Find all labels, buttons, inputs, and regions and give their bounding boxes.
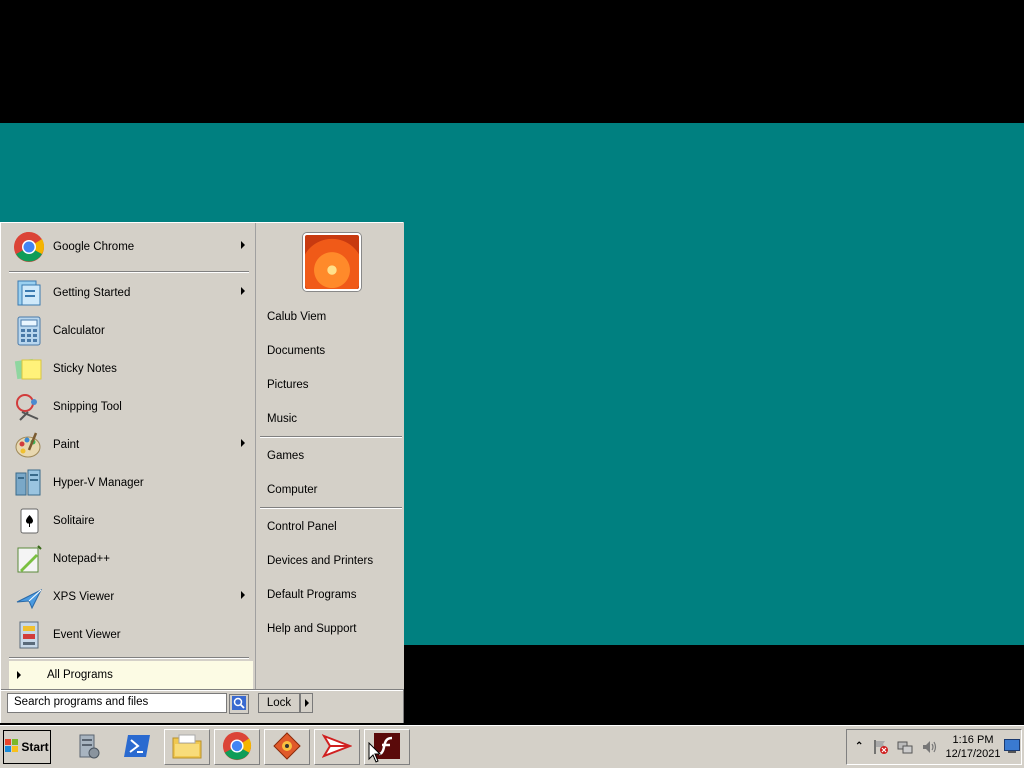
taskbar-sender[interactable] bbox=[314, 729, 360, 765]
start-item-hyperv-manager[interactable]: Hyper-V Manager bbox=[9, 465, 253, 501]
start-item-label: Paint bbox=[53, 439, 80, 451]
start-item-notepadpp[interactable]: Notepad++ bbox=[9, 541, 253, 577]
places-item-music[interactable]: Music bbox=[267, 409, 297, 429]
places-item-pictures[interactable]: Pictures bbox=[267, 375, 309, 395]
start-item-label: Hyper-V Manager bbox=[53, 477, 144, 489]
event-viewer-icon bbox=[13, 619, 45, 651]
start-button[interactable]: Start bbox=[3, 730, 51, 764]
snipping-tool-icon bbox=[13, 391, 45, 423]
start-menu-places-pane: Calub Viem Documents Pictures Music Game… bbox=[255, 223, 404, 689]
user-picture-icon[interactable] bbox=[303, 233, 361, 291]
separator bbox=[9, 271, 249, 273]
places-item-help-and-support[interactable]: Help and Support bbox=[267, 619, 357, 639]
all-programs-button[interactable]: All Programs bbox=[9, 661, 253, 689]
clock-date: 12/17/2021 bbox=[945, 748, 1001, 760]
start-menu-programs-pane: Google Chrome Getting Started Calculator… bbox=[5, 227, 253, 689]
submenu-arrow-icon bbox=[241, 439, 245, 447]
start-item-calculator[interactable]: Calculator bbox=[9, 313, 253, 349]
paint-icon bbox=[13, 429, 45, 461]
search-icon bbox=[232, 695, 246, 713]
separator bbox=[1, 689, 403, 691]
start-menu: Google Chrome Getting Started Calculator… bbox=[0, 222, 404, 723]
calculator-icon bbox=[13, 315, 45, 347]
start-item-label: Event Viewer bbox=[53, 629, 121, 641]
places-item-user[interactable]: Calub Viem bbox=[267, 307, 326, 327]
start-item-sticky-notes[interactable]: Sticky Notes bbox=[9, 351, 253, 387]
solitaire-icon bbox=[13, 505, 45, 537]
start-item-label: Sticky Notes bbox=[53, 363, 117, 375]
server-manager-icon bbox=[72, 731, 102, 764]
start-item-snipping-tool[interactable]: Snipping Tool bbox=[9, 389, 253, 425]
taskbar-chrome[interactable] bbox=[214, 729, 260, 765]
start-item-label: Google Chrome bbox=[53, 241, 135, 253]
taskbar: Start ⌃ 1:16 PM 12/17/2021 bbox=[0, 725, 1024, 768]
app-icon bbox=[272, 731, 302, 764]
places-item-default-programs[interactable]: Default Programs bbox=[267, 585, 356, 605]
start-label: Start bbox=[21, 740, 49, 754]
taskbar-file-explorer[interactable] bbox=[164, 729, 210, 765]
start-item-getting-started[interactable]: Getting Started bbox=[9, 275, 253, 311]
start-item-google-chrome[interactable]: Google Chrome bbox=[9, 229, 253, 265]
search-input[interactable]: Search programs and files bbox=[7, 693, 227, 713]
sticky-notes-icon bbox=[13, 353, 45, 385]
separator bbox=[260, 436, 402, 438]
taskbar-powershell[interactable] bbox=[114, 729, 160, 765]
submenu-arrow-icon bbox=[241, 241, 245, 249]
system-tray: ⌃ 1:16 PM 12/17/2021 bbox=[846, 729, 1022, 765]
submenu-arrow-icon bbox=[241, 287, 245, 295]
all-programs-label: All Programs bbox=[47, 669, 113, 681]
start-item-label: XPS Viewer bbox=[53, 591, 115, 603]
folder-icon bbox=[171, 732, 203, 763]
chrome-icon bbox=[13, 231, 45, 263]
expand-arrow-icon bbox=[17, 671, 21, 679]
xps-viewer-icon bbox=[13, 581, 45, 613]
start-item-label: Calculator bbox=[53, 325, 105, 337]
getting-started-icon bbox=[13, 277, 45, 309]
chrome-icon bbox=[222, 731, 252, 764]
mouse-cursor-icon bbox=[368, 742, 382, 763]
show-hidden-icons-chevron-icon[interactable]: ⌃ bbox=[855, 741, 863, 752]
notepadpp-icon bbox=[13, 543, 45, 575]
lock-button[interactable]: Lock bbox=[258, 693, 300, 713]
submenu-arrow-icon bbox=[241, 591, 245, 599]
start-item-label: Getting Started bbox=[53, 287, 131, 299]
network-icon[interactable] bbox=[897, 739, 913, 758]
taskbar-server-manager[interactable] bbox=[64, 729, 110, 765]
taskbar-app[interactable] bbox=[264, 729, 310, 765]
clock-time: 1:16 PM bbox=[952, 734, 994, 746]
send-arrow-icon bbox=[321, 733, 353, 762]
volume-icon[interactable] bbox=[921, 739, 937, 758]
start-item-label: Snipping Tool bbox=[53, 401, 122, 413]
start-item-event-viewer[interactable]: Event Viewer bbox=[9, 617, 253, 653]
separator bbox=[9, 657, 249, 659]
places-item-control-panel[interactable]: Control Panel bbox=[267, 517, 337, 537]
start-item-xps-viewer[interactable]: XPS Viewer bbox=[9, 579, 253, 615]
clock[interactable]: 1:16 PM 12/17/2021 bbox=[943, 733, 1003, 761]
places-item-documents[interactable]: Documents bbox=[267, 341, 325, 361]
places-item-games[interactable]: Games bbox=[267, 446, 304, 466]
start-item-label: Notepad++ bbox=[53, 553, 110, 565]
places-item-devices-and-printers[interactable]: Devices and Printers bbox=[267, 551, 373, 571]
hyperv-manager-icon bbox=[13, 467, 45, 499]
action-center-flag-icon[interactable] bbox=[873, 739, 889, 758]
search-button[interactable] bbox=[229, 694, 249, 714]
places-item-computer[interactable]: Computer bbox=[267, 480, 318, 500]
windows-logo-icon bbox=[5, 738, 19, 756]
start-item-solitaire[interactable]: Solitaire bbox=[9, 503, 253, 539]
start-item-paint[interactable]: Paint bbox=[9, 427, 253, 463]
separator bbox=[260, 507, 402, 509]
chevron-right-icon bbox=[304, 699, 309, 707]
powershell-icon bbox=[123, 733, 151, 762]
start-item-label: Solitaire bbox=[53, 515, 95, 527]
shutdown-options-button[interactable] bbox=[300, 693, 313, 713]
show-desktop-icon[interactable] bbox=[1004, 739, 1020, 756]
